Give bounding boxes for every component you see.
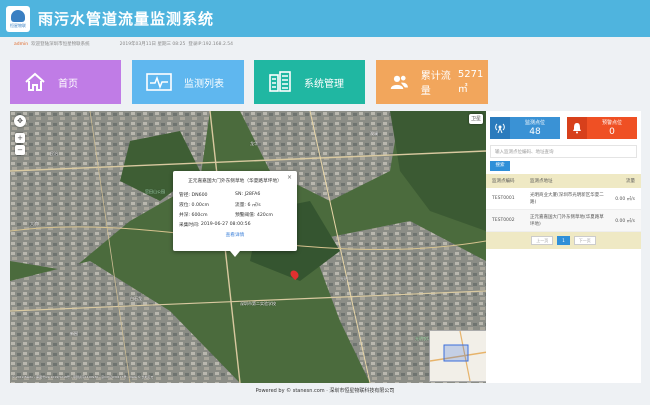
prev-page-button[interactable]: 上一页 — [531, 236, 554, 245]
col-header-address: 监测点地址 — [530, 178, 553, 184]
pulse-monitor-icon — [146, 73, 172, 91]
collect-time-label: 采集时间: — [179, 223, 200, 228]
total-flow-tile[interactable]: 累计流量 5271 ㎥ — [376, 60, 488, 104]
map-label: 大浪 — [30, 221, 38, 226]
sn-label: SN: — [235, 192, 244, 197]
building-icon — [269, 71, 291, 92]
cell-code: TEST0001 — [492, 196, 515, 201]
table-row[interactable]: TEST0002 正元嘉嘉国大门外东侧草地(华夏路草坪地) 0.00 ㎥/s — [486, 210, 641, 232]
monitor-points-label: 监测点位 — [524, 120, 545, 126]
total-flow-value: 5271 ㎥ — [457, 69, 484, 95]
search-input[interactable]: 输入监测点位编码、地址查询 — [490, 145, 637, 158]
system-manage-tile[interactable]: 系统管理 — [254, 60, 365, 104]
login-ip-text: 登录IP:192.168.2.54 — [188, 42, 233, 47]
app-root: 恒星物联 雨污水管道流量监测系统 admin 欢迎登陆深圳市恒星物联系统 201… — [0, 0, 650, 405]
view-details-link[interactable]: 查看详情 — [179, 232, 291, 238]
map-label: 光明 — [340, 276, 348, 281]
monitor-points-count: 48 — [529, 127, 541, 137]
table-row[interactable]: TEST0001 光明商业大厦(深圳市光明新区华夏二路) 0.00 ㎥/s — [486, 188, 641, 210]
side-panel: 监测点位 48 预警点位 0 输入监测点位编码、地址查询 搜索 监测点编码 监测点地… — [486, 111, 641, 383]
cell-address: 光明商业大厦(深圳市光明新区华夏二路) — [530, 192, 604, 205]
map-label: 白石龙 — [130, 296, 142, 301]
popup-title: 正元嘉嘉国大门外东侧草地（华夏路草坪地） — [188, 179, 282, 184]
pipe-label: 管径: — [179, 193, 190, 198]
map-label: 深圳市第二实验学校 — [240, 301, 276, 306]
cell-code: TEST0002 — [492, 218, 515, 223]
app-header: 恒星物联 雨污水管道流量监测系统 — [0, 0, 650, 37]
flow-label: 流量: — [235, 203, 246, 208]
map-label: 民治 — [50, 151, 58, 156]
users-icon — [390, 75, 408, 90]
next-page-button[interactable]: 下一页 — [573, 236, 596, 245]
page-footer: Powered by © stanesn.com · 深圳市恒星物联科技有限公司 — [255, 388, 395, 394]
map-label: 观澜 — [370, 131, 378, 136]
sn-value: J28FA6 — [244, 192, 261, 197]
map-type-button[interactable]: 卫星 — [469, 114, 483, 124]
map-navigation-control[interactable]: ✥ — [14, 115, 26, 127]
datetime-text: 2019年03月11日 星期三 08:25 — [119, 42, 186, 47]
table-header: 监测点编码 监测点地址 流量 — [486, 174, 641, 188]
home-icon — [25, 72, 45, 91]
well-depth-value: 600cm — [191, 213, 208, 218]
app-title: 雨污水管道流量监测系统 — [38, 10, 215, 28]
popup-close-icon[interactable]: × — [287, 174, 292, 181]
col-header-flow: 流量 — [626, 179, 635, 184]
map-copyright: © 2019 Baidu - 审图号GS(2019)5218号 - 甲测资字11… — [12, 375, 154, 379]
warn-threshold-value: 420cm — [256, 213, 273, 218]
alarm-points-count: 0 — [609, 127, 615, 137]
map-label: 龙华 — [250, 141, 258, 146]
home-tile-label: 首页 — [58, 78, 78, 90]
alarm-points-label: 预警点位 — [601, 120, 622, 126]
collect-time-value: 2019-06-27 08:00:56 — [200, 222, 251, 227]
map-label: 新围 — [70, 331, 78, 336]
warn-threshold-label: 预警阈值: — [235, 213, 256, 218]
app-logo: 恒星物联 — [6, 5, 30, 32]
col-header-code: 监测点编码 — [492, 179, 515, 184]
logo-mark — [11, 9, 25, 22]
flow-value: 6 ㎥/s — [247, 203, 261, 208]
map-label-park: 官田山公园 — [145, 189, 165, 194]
pagination: 上一页 1 下一页 — [486, 232, 641, 249]
alarm-points-stat[interactable]: 预警点位 0 — [567, 117, 637, 139]
cell-flow: 0.00 ㎥/s — [615, 218, 635, 224]
monitor-points-stat[interactable]: 监测点位 48 — [490, 117, 560, 139]
info-bar: admin 欢迎登陆深圳市恒星物联系统 2019年03月11日 星期三 08:2… — [0, 37, 650, 51]
popup-pointer — [230, 251, 240, 257]
level-label: 液位: — [179, 203, 190, 208]
home-tile[interactable]: 首页 — [10, 60, 121, 104]
cell-address: 正元嘉嘉国大门外东侧草地(华夏路草坪地) — [530, 214, 604, 227]
well-depth-label: 井深: — [179, 213, 190, 218]
logo-text: 恒星物联 — [10, 22, 26, 28]
map-zoom-out-button[interactable]: − — [15, 145, 25, 155]
minimap-graphic — [429, 330, 486, 382]
signal-tower-icon — [490, 117, 510, 139]
page-1-button[interactable]: 1 — [557, 236, 570, 245]
monitor-table: 监测点编码 监测点地址 流量 TEST0001 光明商业大厦(深圳市光明新区华夏… — [486, 174, 641, 232]
monitor-list-tile[interactable]: 监测列表 — [132, 60, 244, 104]
welcome-text: 欢迎登陆深圳市恒星物联系统 — [31, 42, 90, 47]
total-flow-label: 累计流量 — [420, 71, 451, 97]
bell-icon — [567, 117, 587, 139]
overview-minimap[interactable] — [429, 330, 486, 382]
current-user[interactable]: admin — [14, 42, 28, 47]
monitor-list-tile-label: 监测列表 — [184, 78, 224, 90]
map-zoom-in-button[interactable]: + — [15, 133, 25, 143]
search-button[interactable]: 搜索 — [490, 161, 510, 171]
site-info-popup: × 正元嘉嘉国大门外东侧草地（华夏路草坪地） 管径: DN600 SN: J28… — [173, 171, 297, 251]
cell-flow: 0.00 ㎥/s — [615, 196, 635, 202]
level-value: 0.00cm — [191, 203, 210, 208]
pipe-value: DN600 — [191, 193, 208, 198]
system-manage-tile-label: 系统管理 — [304, 78, 344, 90]
